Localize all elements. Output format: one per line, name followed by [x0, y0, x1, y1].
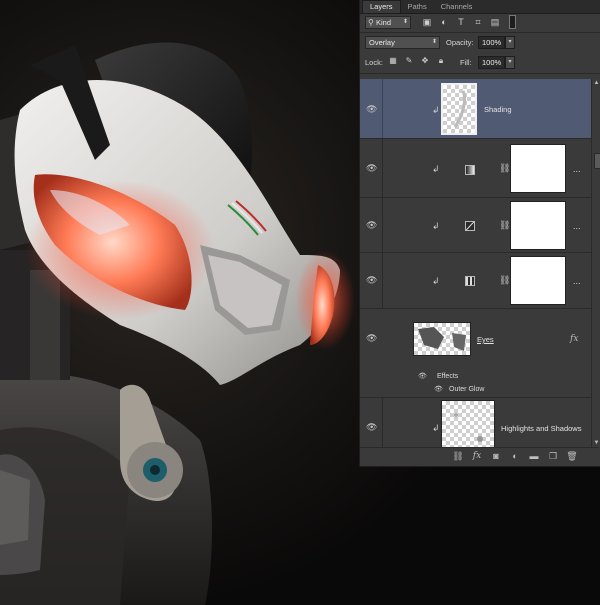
eye-icon: 👁︎ [366, 163, 378, 173]
color-balance-icon [465, 276, 475, 286]
panel-tabs: Layers Paths Channels [360, 0, 600, 14]
layer-mask-thumbnail[interactable] [510, 201, 566, 250]
layer-thumbnail[interactable] [413, 322, 471, 356]
eye-icon: 👁︎ [434, 386, 443, 393]
layers-panel: Layers Paths Channels ⚲ Kind ⬍ ▣ ◐ T ⌗ ▤… [359, 0, 600, 467]
eye-icon: 👁︎ [366, 220, 378, 230]
eye-icon: 👁︎ [366, 422, 378, 432]
eye-icon: 👁︎ [418, 373, 427, 380]
layer-mask-thumbnail[interactable] [510, 144, 566, 193]
add-mask-icon[interactable]: ◙ [490, 450, 502, 462]
new-layer-icon[interactable]: ❐ [547, 450, 559, 462]
blend-row: Overlay ⬍ Opacity: 100% ▾ [360, 33, 600, 53]
layer-shading[interactable]: 👁︎ ↲ Shading [360, 79, 591, 139]
more-icon: ... [573, 276, 581, 286]
outer-glow-visibility-toggle[interactable]: 👁︎ [433, 386, 443, 396]
type-filter-icon[interactable]: T [456, 17, 466, 27]
filter-kind-select[interactable]: ⚲ Kind ⬍ [365, 16, 411, 29]
layer-name[interactable]: Eyes [477, 335, 494, 344]
gradient-map-icon [465, 165, 475, 175]
visibility-toggle[interactable]: 👁︎ [360, 198, 383, 252]
visibility-toggle[interactable]: 👁︎ [360, 253, 383, 308]
highlights-thumbnail-preview [454, 413, 483, 442]
shading-stroke-preview [453, 90, 467, 128]
clipping-mask-icon: ↲ [432, 221, 440, 231]
layer-eyes[interactable]: 👁︎ Eyes fx 👁︎ Effects 👁︎ Outer Glow [360, 309, 591, 398]
select-arrows-icon: ⬍ [431, 39, 437, 45]
fx-icon[interactable]: fx [570, 334, 578, 344]
eye-icon: 👁︎ [366, 333, 378, 343]
eyes-thumbnail-preview [418, 327, 466, 351]
visibility-toggle[interactable]: 👁︎ [360, 79, 383, 138]
layer-mask-thumbnail[interactable] [510, 256, 566, 305]
add-layer-style-icon[interactable]: fx [471, 450, 483, 462]
lock-image-icon[interactable]: ✎ [404, 56, 414, 66]
fill-dropdown-icon[interactable]: ▾ [505, 56, 515, 69]
layer-thumbnail[interactable] [441, 400, 495, 447]
blend-mode-select[interactable]: Overlay ⬍ [365, 36, 440, 49]
curves-icon [465, 221, 475, 231]
more-icon: ... [573, 221, 581, 231]
select-arrows-icon: ⬍ [402, 19, 408, 25]
lock-row: Lock: ▦ ✎ ✥ 🔒︎ Fill: 100% ▾ [360, 53, 600, 74]
scroll-down-icon[interactable]: ▼ [592, 440, 600, 446]
clipping-mask-icon: ↲ [432, 164, 440, 174]
outer-glow-effect[interactable]: Outer Glow [449, 386, 484, 393]
lock-all-icon[interactable]: 🔒︎ [436, 56, 446, 66]
layer-color-balance[interactable]: 👁︎ ↲ ⛓ ... [360, 253, 591, 309]
layer-thumbnail[interactable] [441, 83, 477, 135]
shape-filter-icon[interactable]: ⌗ [473, 17, 483, 27]
fill-field[interactable]: 100% [478, 56, 505, 69]
eye-icon: 👁︎ [366, 275, 378, 285]
tab-channels[interactable]: Channels [434, 1, 480, 13]
clipping-mask-icon: ↲ [432, 276, 440, 286]
curve-line-glyph [465, 221, 475, 231]
scroll-up-icon[interactable]: ▲ [592, 80, 600, 86]
effects-label: Effects [437, 373, 459, 380]
more-icon: ... [573, 164, 581, 174]
delete-layer-icon[interactable]: 🗑︎ [566, 450, 578, 462]
tab-paths[interactable]: Paths [401, 1, 434, 13]
visibility-toggle[interactable]: 👁︎ [360, 309, 383, 397]
opacity-dropdown-icon[interactable]: ▾ [505, 36, 515, 49]
eye-icon: 👁︎ [366, 104, 378, 114]
clipping-mask-icon: ↲ [432, 105, 440, 115]
tab-layers[interactable]: Layers [362, 0, 401, 13]
lock-position-icon[interactable]: ✥ [420, 56, 430, 66]
pixel-filter-icon[interactable]: ▣ [422, 17, 432, 27]
blend-mode-value: Overlay [369, 38, 395, 47]
layers-scrollbar[interactable]: ▲ ▼ [591, 79, 600, 447]
lock-label: Lock: [365, 58, 383, 67]
filter-kind-label: Kind [376, 18, 392, 27]
layer-list: 👁︎ ↲ Shading 👁︎ ↲ ⛓ ... 👁︎ ↲ ⛓ ... 👁︎ ↲ … [360, 79, 591, 447]
filter-toggle-icon[interactable] [509, 15, 516, 29]
link-icon: ⛓ [499, 163, 511, 173]
adjustment-filter-icon[interactable]: ◐ [439, 17, 449, 27]
search-icon: ⚲ [368, 18, 374, 27]
opacity-label: Opacity: [446, 38, 474, 47]
layer-name[interactable]: Highlights and Shadows [501, 424, 581, 433]
opacity-field[interactable]: 100% [478, 36, 505, 49]
clipping-mask-icon: ↲ [432, 423, 440, 433]
visibility-toggle[interactable]: 👁︎ [360, 139, 383, 197]
scroll-thumb[interactable] [594, 153, 600, 169]
new-adjustment-layer-icon[interactable]: ◐ [509, 450, 521, 462]
smart-object-filter-icon[interactable]: ▤ [490, 17, 500, 27]
effects-visibility-toggle[interactable]: 👁︎ [417, 373, 427, 383]
layer-name[interactable]: Shading [484, 105, 512, 114]
new-group-icon[interactable]: ▬ [528, 450, 540, 462]
panel-footer: ⛓ fx ◙ ◐ ▬ ❐ 🗑︎ [360, 447, 599, 466]
layer-curves[interactable]: 👁︎ ↲ ⛓ ... [360, 198, 591, 253]
filter-row: ⚲ Kind ⬍ ▣ ◐ T ⌗ ▤ [360, 13, 600, 33]
link-icon: ⛓ [499, 275, 511, 285]
fill-label: Fill: [460, 58, 472, 67]
lock-transparency-icon[interactable]: ▦ [388, 56, 398, 66]
link-layers-icon[interactable]: ⛓ [452, 450, 464, 462]
link-icon: ⛓ [499, 220, 511, 230]
layer-gradient-map[interactable]: 👁︎ ↲ ⛓ ... [360, 139, 591, 198]
layer-highlights-and-shadows[interactable]: 👁︎ ↲ Highlights and Shadows [360, 398, 591, 447]
visibility-toggle[interactable]: 👁︎ [360, 398, 383, 447]
